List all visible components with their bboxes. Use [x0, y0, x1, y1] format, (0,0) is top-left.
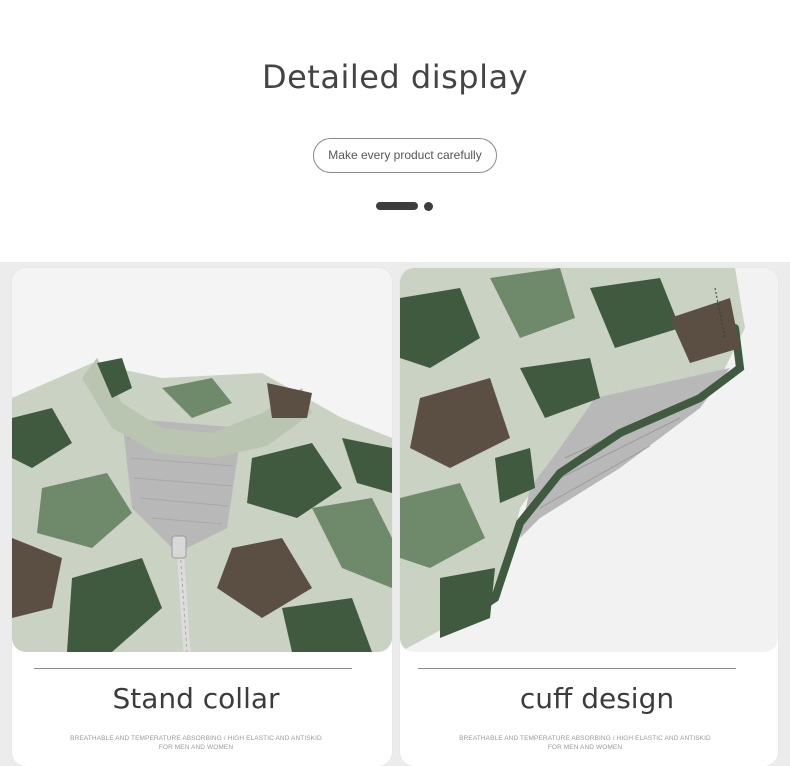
tagline-pill: Make every product carefully	[313, 138, 497, 173]
card-subtitle-line2: FOR MEN AND WOMEN	[158, 744, 234, 751]
cuff-photo	[400, 268, 778, 652]
card-subtitle-line1: BREATHABLE AND TEMPERATURE ABSORBING / H…	[70, 735, 322, 742]
card-subtitle-line1: BREATHABLE AND TEMPERATURE ABSORBING / H…	[459, 735, 711, 742]
card-title: cuff design	[519, 682, 675, 715]
detail-card-cuff: cuff design BREATHABLE AND TEMPERATURE A…	[400, 268, 778, 766]
detail-card-collar: Stand collar BREATHABLE AND TEMPERATURE …	[12, 268, 392, 766]
card-divider	[34, 668, 352, 669]
card-subtitle: BREATHABLE AND TEMPERATURE ABSORBING / H…	[12, 734, 386, 752]
collar-photo	[12, 268, 392, 652]
card-title: Stand collar	[112, 682, 280, 715]
detail-gallery: Stand collar BREATHABLE AND TEMPERATURE …	[0, 262, 790, 766]
page-title: Detailed display	[261, 58, 529, 96]
header-section: Detailed display Make every product care…	[0, 0, 790, 262]
card-subtitle-line2: FOR MEN AND WOMEN	[547, 744, 623, 751]
card-subtitle: BREATHABLE AND TEMPERATURE ABSORBING / H…	[400, 734, 774, 752]
active-slide-dot	[376, 202, 418, 210]
slide-dot	[424, 202, 433, 211]
card-divider	[418, 668, 736, 669]
